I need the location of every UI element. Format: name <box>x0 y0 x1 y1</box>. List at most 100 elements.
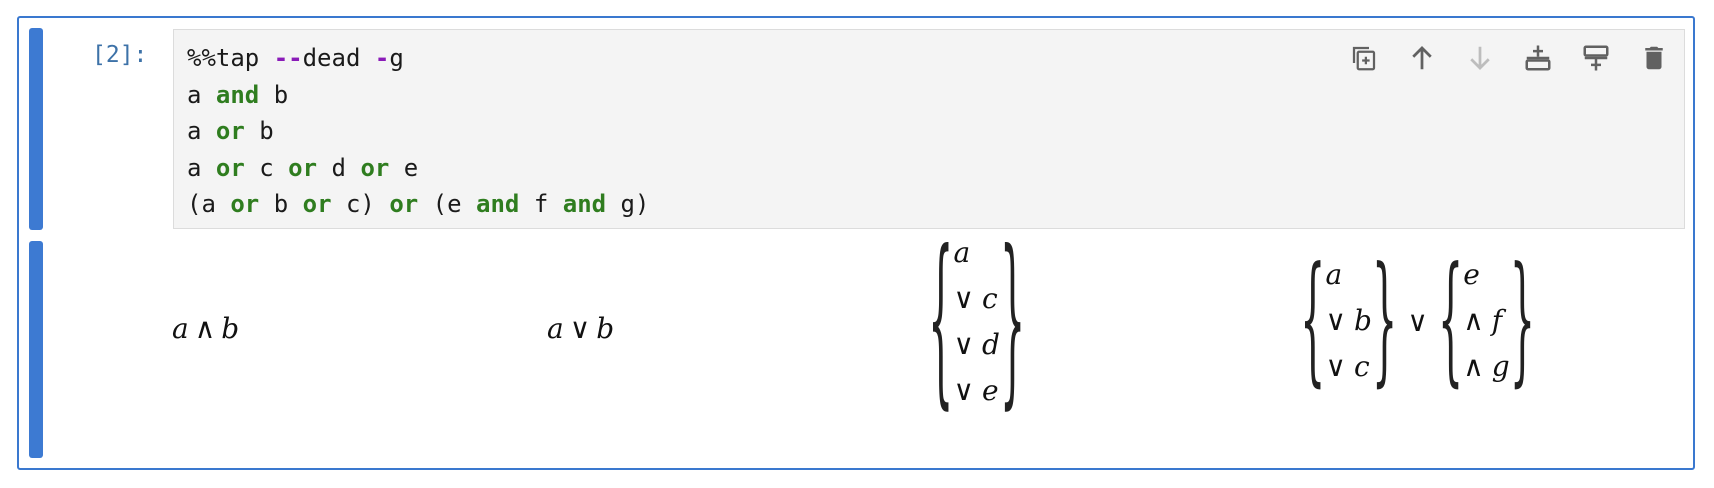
execution-count-prompt: [2]: <box>92 42 148 68</box>
math-operator: ∧ <box>1463 350 1484 383</box>
stacked-terms-right: e ∧ f ∧ g <box>1463 252 1509 390</box>
code-text: (e <box>418 190 477 218</box>
code-keyword: or <box>360 153 390 182</box>
math-variable: a <box>547 312 564 345</box>
stacked-term: ∨ d <box>953 322 999 368</box>
stacked-term: ∧ f <box>1463 298 1509 344</box>
move-up-button[interactable] <box>1402 40 1442 76</box>
math-operator: ∨ <box>953 282 974 315</box>
math-variable: d <box>981 328 1000 361</box>
code-keyword: or <box>288 153 318 182</box>
output-expression-3: { a ∨ c ∨ d ∨ e } <box>928 222 1025 422</box>
code-keyword: and <box>476 190 520 218</box>
code-keyword: and <box>562 190 607 218</box>
stacked-term: ∨ c <box>953 276 999 322</box>
delete-cell-button[interactable] <box>1634 40 1674 76</box>
code-keyword: or <box>215 153 245 182</box>
code-line: %%tap --dead -g <box>187 40 649 77</box>
math-operator: ∨ <box>1325 304 1346 337</box>
math-operator: ∨ <box>569 312 591 345</box>
left-brace: { <box>1300 240 1326 402</box>
stacked-term: a <box>953 230 999 276</box>
move-down-button[interactable] <box>1460 40 1500 76</box>
right-brace: } <box>1509 240 1536 402</box>
insert-below-icon <box>1583 45 1609 71</box>
output-expression-1: a ∧ b <box>172 312 239 345</box>
code-text: b <box>259 80 289 109</box>
code-text: dead <box>302 44 375 72</box>
code-text: (a <box>187 190 231 218</box>
math-variable: c <box>1353 350 1370 383</box>
code-text: g) <box>606 190 650 218</box>
code-line: a or b <box>187 113 649 150</box>
stacked-terms: a ∨ c ∨ d ∨ e <box>953 230 999 414</box>
stacked-term: ∨ c <box>1325 344 1371 390</box>
right-brace: } <box>1371 240 1398 402</box>
code-text: g <box>389 44 404 72</box>
code-line: a and b <box>187 77 649 114</box>
code-keyword: or <box>215 117 245 145</box>
math-variable: b <box>221 312 240 345</box>
code-text: e <box>389 153 419 182</box>
left-brace: { <box>1437 240 1464 402</box>
arrow-up-icon <box>1412 46 1432 70</box>
math-variable: b <box>1353 304 1372 337</box>
code-keyword: or <box>389 190 419 218</box>
code-keyword: and <box>215 80 260 109</box>
stacked-term: ∨ e <box>953 368 999 414</box>
code-content[interactable]: %%tap --dead -g a and ba or ba or c or d … <box>187 40 649 223</box>
code-text: a <box>187 80 216 109</box>
math-variable: a <box>953 236 971 269</box>
trash-icon <box>1645 46 1663 70</box>
math-operator: ∨ <box>1407 304 1428 338</box>
right-brace: } <box>999 216 1026 428</box>
cell-output-area: a ∧ b a ∨ b { a ∨ c ∨ d ∨ e } { a ∨ b ∨ c } ∨ { e ∧ f ∧ g … <box>160 230 1690 458</box>
code-editor[interactable]: %%tap --dead -g a and ba or ba or c or d … <box>173 29 1685 229</box>
code-text: f <box>519 190 563 218</box>
output-collapser[interactable] <box>29 241 43 458</box>
math-operator: ∨ <box>1325 350 1346 383</box>
stacked-term: ∧ g <box>1463 344 1509 390</box>
code-text: c <box>244 153 289 182</box>
cell-toolbar <box>1344 40 1674 76</box>
math-variable: f <box>1491 304 1503 337</box>
code-text: b <box>259 190 303 218</box>
input-collapser[interactable] <box>29 28 43 230</box>
stacked-term: ∨ b <box>1325 298 1371 344</box>
code-operator: - <box>374 44 390 72</box>
code-text: b <box>244 117 274 145</box>
math-variable: g <box>1491 350 1510 383</box>
math-operator: ∨ <box>953 374 974 407</box>
code-line: (a or b or c) or (e and f and g) <box>187 186 649 223</box>
math-operator: ∨ <box>953 328 974 361</box>
code-text: c) <box>331 190 390 218</box>
left-brace: { <box>928 216 954 428</box>
stacked-term: e <box>1463 252 1509 298</box>
copy-icon <box>1352 46 1376 71</box>
stacked-term: a <box>1325 252 1371 298</box>
code-text: d <box>317 153 361 182</box>
math-variable: e <box>1463 258 1480 291</box>
arrow-down-icon <box>1470 46 1490 70</box>
math-variable: a <box>172 312 189 345</box>
code-text: a <box>187 153 216 182</box>
code-line: a or c or d or e <box>187 150 649 187</box>
duplicate-cell-button[interactable] <box>1344 40 1384 76</box>
insert-above-button[interactable] <box>1518 40 1558 76</box>
math-variable: a <box>1325 258 1343 291</box>
code-text: %%tap <box>187 44 274 72</box>
code-keyword: or <box>230 190 260 218</box>
math-operator: ∧ <box>194 312 216 345</box>
math-operator: ∧ <box>1463 304 1484 337</box>
code-operator: -- <box>273 44 303 72</box>
math-variable: b <box>596 312 615 345</box>
math-variable: c <box>981 282 998 315</box>
insert-below-button[interactable] <box>1576 40 1616 76</box>
insert-above-icon <box>1525 45 1551 71</box>
math-variable: e <box>981 374 999 407</box>
code-text: a <box>187 117 216 145</box>
stacked-terms-left: a ∨ b ∨ c <box>1325 252 1371 390</box>
output-expression-2: a ∨ b <box>547 312 614 345</box>
code-keyword: or <box>302 190 332 218</box>
output-expression-4: { a ∨ b ∨ c } ∨ { e ∧ f ∧ g } <box>1300 246 1535 396</box>
